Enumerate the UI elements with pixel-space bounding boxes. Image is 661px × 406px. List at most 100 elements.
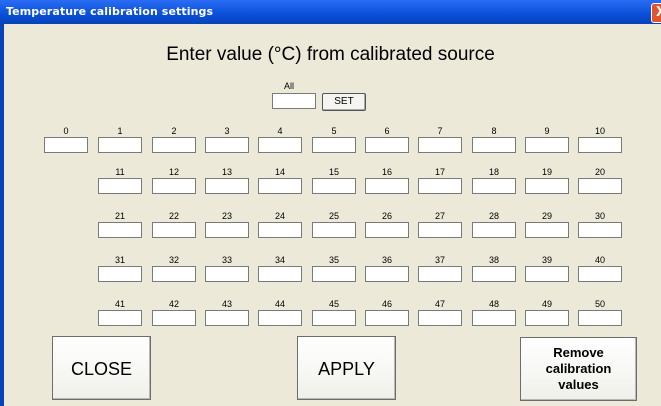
channel-input-47[interactable] <box>418 310 462 326</box>
channel-input-22[interactable] <box>152 222 196 238</box>
channel-label-49: 49 <box>541 299 552 309</box>
channel-label-32: 32 <box>168 255 179 265</box>
channel-label-21: 21 <box>114 211 125 221</box>
channel-input-25[interactable] <box>312 222 356 238</box>
channel-input-15[interactable] <box>312 178 356 194</box>
window-frame-left <box>0 24 4 406</box>
channel-label-17: 17 <box>434 167 445 177</box>
channel-input-23[interactable] <box>205 222 249 238</box>
channel-label-39: 39 <box>541 255 552 265</box>
channel-input-44[interactable] <box>258 310 302 326</box>
channel-input-11[interactable] <box>98 178 142 194</box>
channel-label-14: 14 <box>274 167 285 177</box>
channel-input-28[interactable] <box>472 222 516 238</box>
all-input[interactable] <box>272 93 316 109</box>
channel-label-48: 48 <box>488 299 499 309</box>
channel-label-31: 31 <box>114 255 125 265</box>
channel-input-46[interactable] <box>365 310 409 326</box>
channel-input-24[interactable] <box>258 222 302 238</box>
channel-label-8: 8 <box>491 126 497 136</box>
channel-label-29: 29 <box>541 211 552 221</box>
channel-label-33: 33 <box>221 255 232 265</box>
channel-input-6[interactable] <box>365 137 409 153</box>
channel-label-15: 15 <box>328 167 339 177</box>
channel-label-9: 9 <box>544 126 550 136</box>
channel-label-4: 4 <box>277 126 283 136</box>
channel-input-27[interactable] <box>418 222 462 238</box>
channel-input-16[interactable] <box>365 178 409 194</box>
channel-input-34[interactable] <box>258 266 302 282</box>
channel-input-30[interactable] <box>578 222 622 238</box>
channel-input-49[interactable] <box>525 310 569 326</box>
channel-label-7: 7 <box>437 126 443 136</box>
channel-input-35[interactable] <box>312 266 356 282</box>
channel-input-8[interactable] <box>472 137 516 153</box>
channel-label-45: 45 <box>328 299 339 309</box>
channel-label-19: 19 <box>541 167 552 177</box>
channel-label-2: 2 <box>171 126 177 136</box>
channel-label-25: 25 <box>328 211 339 221</box>
channel-input-21[interactable] <box>98 222 142 238</box>
channel-label-30: 30 <box>594 211 605 221</box>
channel-input-18[interactable] <box>472 178 516 194</box>
channel-label-26: 26 <box>381 211 392 221</box>
channel-input-45[interactable] <box>312 310 356 326</box>
channel-input-38[interactable] <box>472 266 516 282</box>
title-bar: Temperature calibration settings X <box>0 0 661 24</box>
channel-input-32[interactable] <box>152 266 196 282</box>
channel-input-48[interactable] <box>472 310 516 326</box>
channel-input-39[interactable] <box>525 266 569 282</box>
remove-calibration-button[interactable]: Remove calibration values <box>520 337 637 401</box>
channel-label-20: 20 <box>594 167 605 177</box>
channel-input-19[interactable] <box>525 178 569 194</box>
channel-input-5[interactable] <box>312 137 356 153</box>
channel-input-3[interactable] <box>205 137 249 153</box>
channel-input-1[interactable] <box>98 137 142 153</box>
channel-input-41[interactable] <box>98 310 142 326</box>
channel-label-11: 11 <box>115 167 125 177</box>
channel-input-42[interactable] <box>152 310 196 326</box>
all-label: All <box>284 81 295 91</box>
channel-input-40[interactable] <box>578 266 622 282</box>
apply-button[interactable]: APPLY <box>297 336 396 400</box>
channel-input-31[interactable] <box>98 266 142 282</box>
channel-label-38: 38 <box>488 255 499 265</box>
calibration-window: Temperature calibration settings X Enter… <box>0 0 661 406</box>
channel-label-28: 28 <box>488 211 499 221</box>
channel-label-3: 3 <box>224 126 230 136</box>
channel-label-47: 47 <box>434 299 445 309</box>
channel-input-37[interactable] <box>418 266 462 282</box>
close-button[interactable]: CLOSE <box>52 336 151 400</box>
channel-input-12[interactable] <box>152 178 196 194</box>
channel-input-36[interactable] <box>365 266 409 282</box>
channel-input-20[interactable] <box>578 178 622 194</box>
channel-label-36: 36 <box>381 255 392 265</box>
channel-label-0: 0 <box>63 126 69 136</box>
close-window-icon[interactable]: X <box>651 3 661 23</box>
channel-input-9[interactable] <box>525 137 569 153</box>
channel-input-33[interactable] <box>205 266 249 282</box>
channel-label-23: 23 <box>221 211 232 221</box>
channel-input-4[interactable] <box>258 137 302 153</box>
channel-label-5: 5 <box>331 126 337 136</box>
channel-input-17[interactable] <box>418 178 462 194</box>
channel-input-0[interactable] <box>44 137 88 153</box>
channel-input-26[interactable] <box>365 222 409 238</box>
channel-label-16: 16 <box>381 167 392 177</box>
channel-input-13[interactable] <box>205 178 249 194</box>
channel-input-7[interactable] <box>418 137 462 153</box>
channel-label-27: 27 <box>434 211 445 221</box>
channel-input-43[interactable] <box>205 310 249 326</box>
channel-label-46: 46 <box>381 299 392 309</box>
channel-input-29[interactable] <box>525 222 569 238</box>
channel-label-10: 10 <box>594 126 605 136</box>
channel-label-43: 43 <box>221 299 232 309</box>
channel-label-1: 1 <box>117 126 123 136</box>
channel-input-10[interactable] <box>578 137 622 153</box>
set-button[interactable]: SET <box>322 93 366 111</box>
channel-input-14[interactable] <box>258 178 302 194</box>
channel-label-37: 37 <box>434 255 445 265</box>
channel-input-50[interactable] <box>578 310 622 326</box>
channel-input-2[interactable] <box>152 137 196 153</box>
channel-label-42: 42 <box>168 299 179 309</box>
